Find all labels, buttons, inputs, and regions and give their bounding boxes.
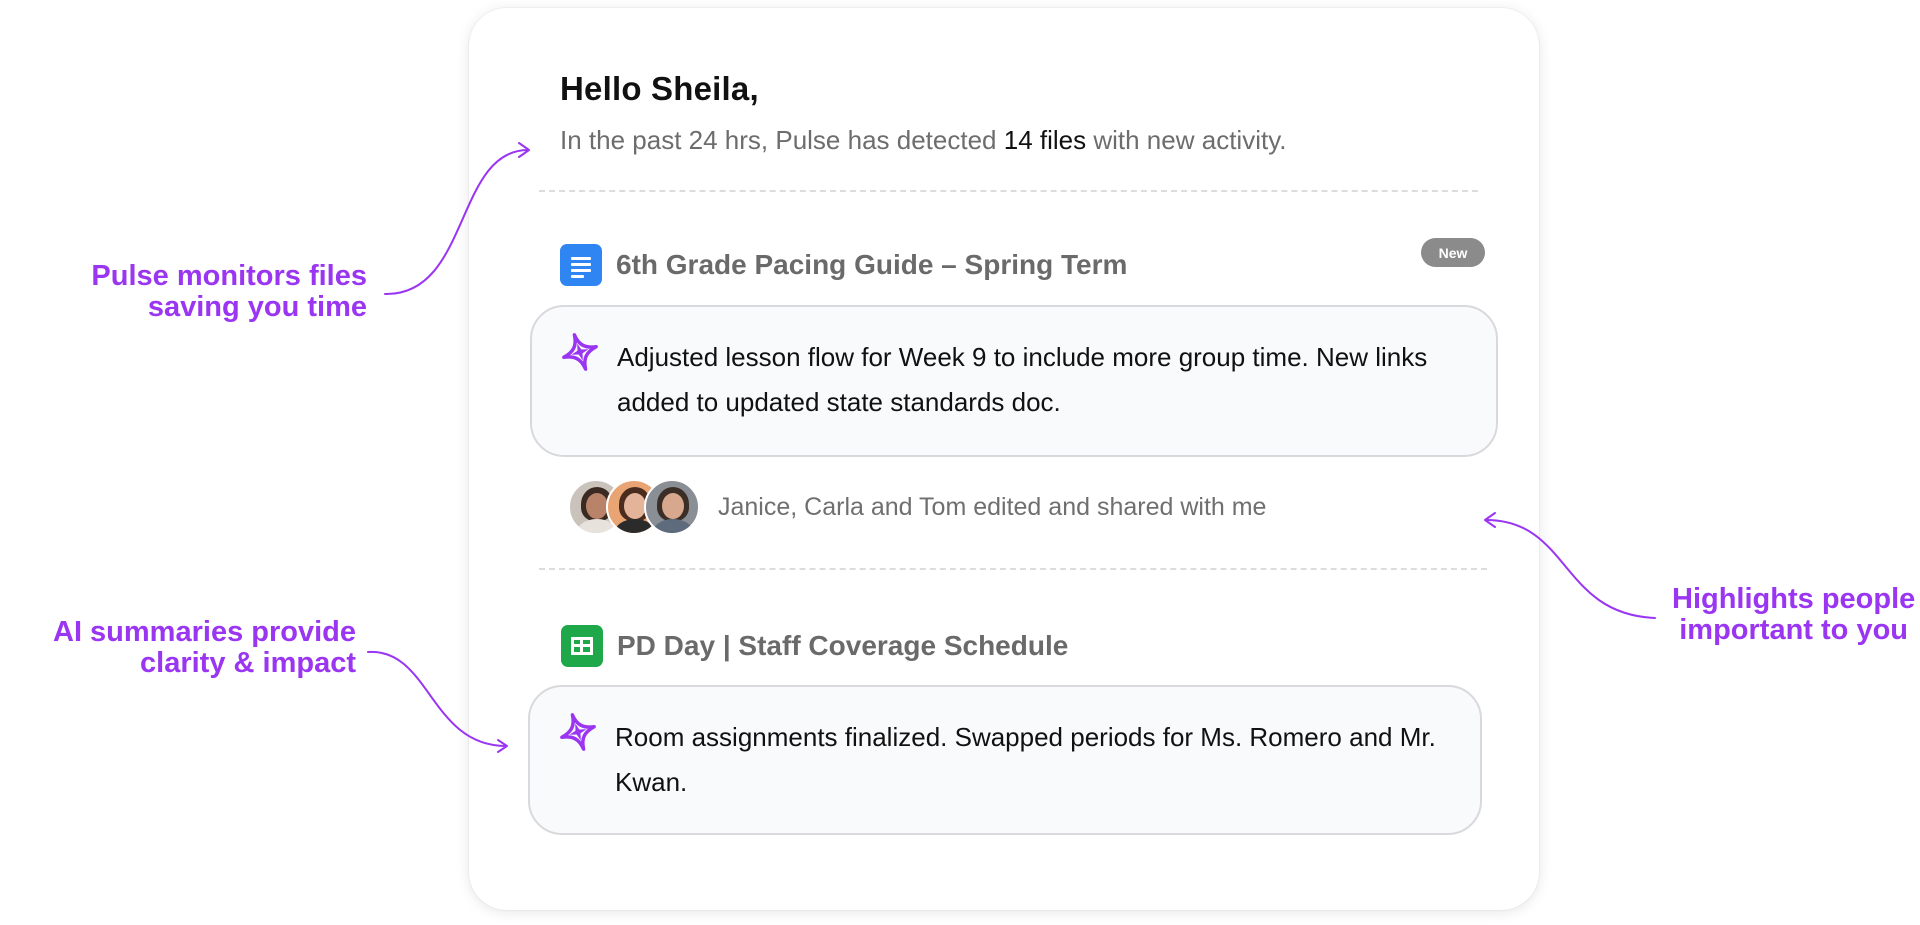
activity-summary-prefix: In the past 24 hrs, Pulse has detected: [560, 125, 1004, 155]
divider-middle: [539, 568, 1487, 570]
file-count[interactable]: 14 files: [1004, 125, 1086, 155]
annotation-people-line2: important to you: [1679, 614, 1909, 646]
annotation-people: Highlights people important to you: [1672, 584, 1915, 646]
sheet-icon: [561, 625, 603, 667]
ai-summary-card: Adjusted lesson flow for Week 9 to inclu…: [530, 305, 1498, 457]
annotation-summaries-line1: AI summaries provide: [53, 616, 356, 648]
file-title[interactable]: PD Day | Staff Coverage Schedule: [617, 630, 1068, 662]
activity-summary-line: In the past 24 hrs, Pulse has detected 1…: [560, 125, 1286, 156]
avatar-tom[interactable]: [644, 479, 700, 535]
stage: Hello Sheila, In the past 24 hrs, Pulse …: [0, 0, 1920, 925]
ai-sparkle-icon: [562, 333, 598, 371]
annotation-monitors-line2: saving you time: [147, 291, 367, 323]
pulse-digest-card: Hello Sheila, In the past 24 hrs, Pulse …: [469, 8, 1539, 910]
ai-sparkle-icon: [560, 713, 596, 751]
annotation-monitors: Pulse monitors files saving you time: [91, 261, 367, 323]
collaborators-text: Janice, Carla and Tom edited and shared …: [718, 492, 1267, 521]
activity-summary-suffix: with new activity.: [1086, 125, 1287, 155]
divider-top: [539, 190, 1478, 192]
file-title[interactable]: 6th Grade Pacing Guide – Spring Term: [616, 249, 1127, 281]
annotation-summaries: AI summaries provide clarity & impact: [53, 617, 356, 679]
annotation-summaries-line2: clarity & impact: [140, 647, 356, 679]
collaborators-row: Janice, Carla and Tom edited and shared …: [568, 479, 1266, 535]
annotation-monitors-line1: Pulse monitors files: [91, 260, 367, 292]
doc-icon: [560, 244, 602, 286]
greeting-heading: Hello Sheila,: [560, 70, 759, 107]
file-header-pd-day[interactable]: PD Day | Staff Coverage Schedule: [561, 625, 1068, 667]
ai-summary-text: Adjusted lesson flow for Week 9 to inclu…: [617, 342, 1428, 417]
file-header-pacing-guide[interactable]: 6th Grade Pacing Guide – Spring Term: [560, 244, 1127, 286]
ai-summary-text: Room assignments finalized. Swapped peri…: [615, 722, 1436, 797]
annotation-people-line1: Highlights people: [1672, 583, 1916, 615]
ai-summary-card: Room assignments finalized. Swapped peri…: [528, 685, 1482, 835]
new-badge: New: [1421, 238, 1485, 267]
